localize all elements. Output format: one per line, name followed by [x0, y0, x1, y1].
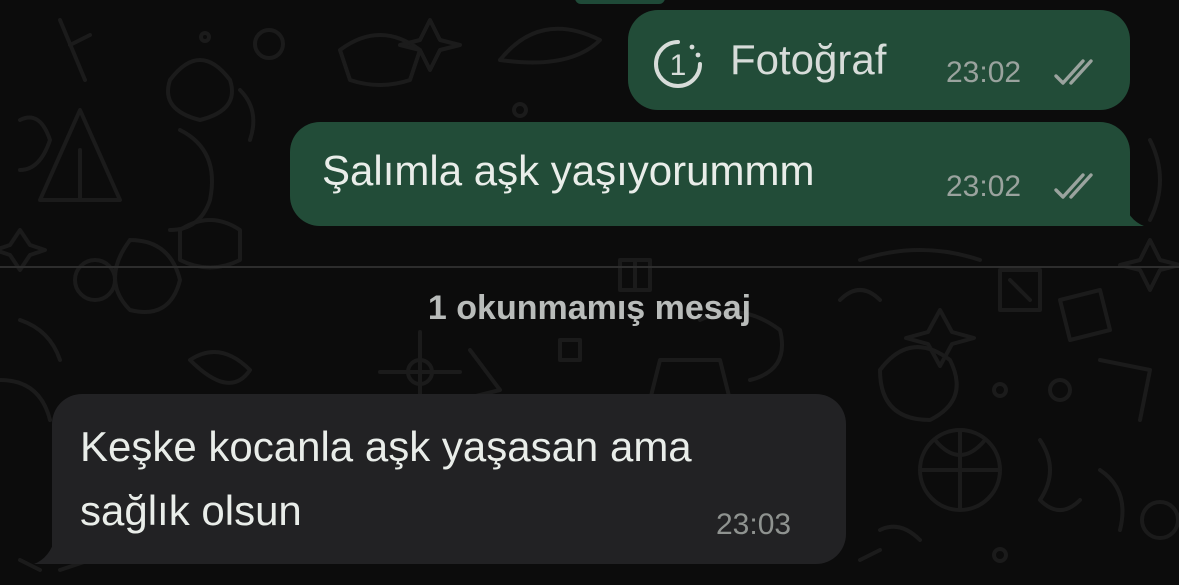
view-once-badge: 1	[670, 49, 687, 82]
read-receipt-icon	[1054, 173, 1093, 199]
message-time: 23:03	[716, 508, 792, 541]
unread-messages-divider: 1 okunmamış mesaj	[427, 289, 752, 327]
outgoing-photo-message[interactable]: 1 Fotoğraf 23:02	[628, 10, 1130, 110]
chat-area[interactable]: 1 Fotoğraf 23:02 Şalımla aşk yaşıyorummm…	[0, 0, 1179, 585]
message-text: Şalımla aşk yaşıyorummm	[322, 147, 815, 194]
previous-bubble-edge	[575, 0, 665, 4]
message-time: 23:02	[946, 170, 1022, 203]
read-receipt-icon	[1054, 59, 1093, 85]
incoming-text-message[interactable]: Keşke kocanla aşk yaşasan ama sağlık ols…	[52, 394, 846, 564]
outgoing-text-message[interactable]: Şalımla aşk yaşıyorummm 23:02	[290, 122, 1130, 226]
message-text-line-1: Keşke kocanla aşk yaşasan ama	[80, 423, 692, 470]
incoming-bubble-tail	[34, 536, 70, 564]
message-time: 23:02	[946, 56, 1022, 89]
view-once-icon: 1	[654, 40, 702, 88]
unread-divider-line	[0, 266, 1179, 268]
outgoing-bubble-tail	[1108, 198, 1144, 226]
photo-label: Fotoğraf	[730, 36, 887, 83]
message-text-line-2: sağlık olsun	[80, 487, 302, 534]
